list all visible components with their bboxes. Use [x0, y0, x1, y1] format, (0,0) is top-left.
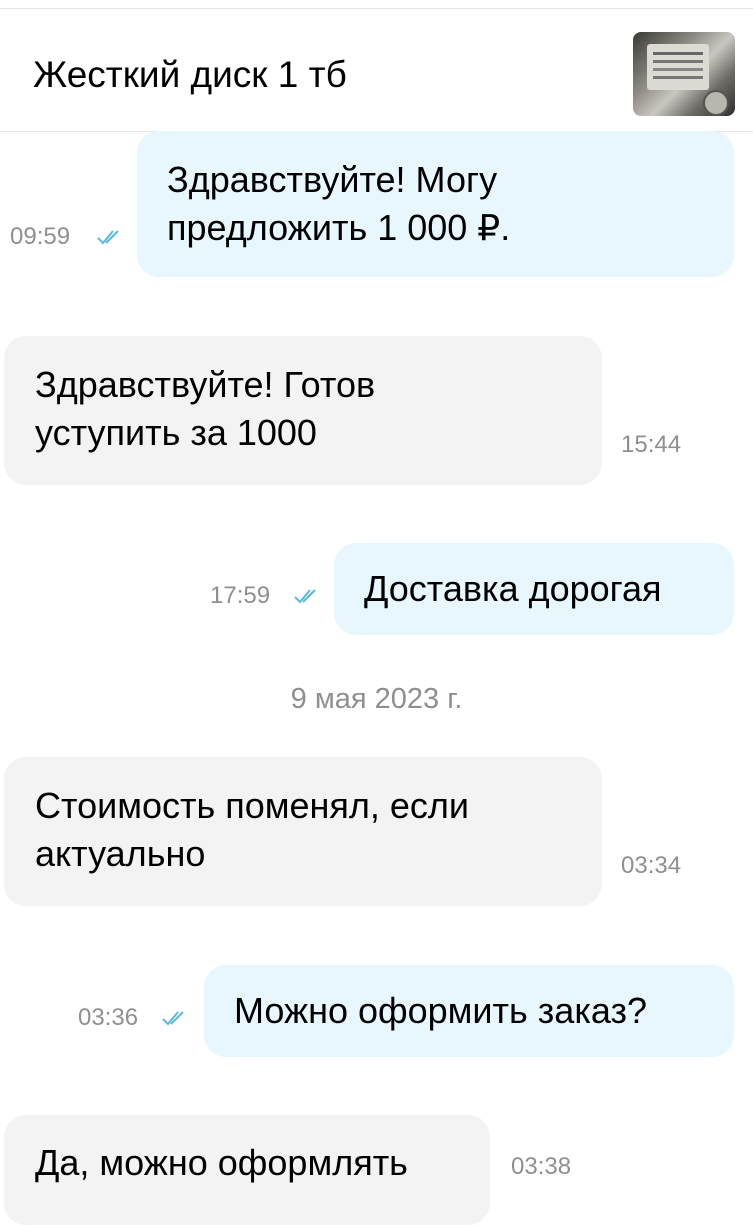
message-text: Можно оформить заказ?: [234, 990, 647, 1031]
message-bubble-outgoing[interactable]: Доставка дорогая: [334, 543, 734, 635]
message-text: Здравствуйте! Могу предложить 1 000 ₽.: [167, 159, 511, 248]
message-time: 03:38: [511, 1153, 572, 1180]
message-time: 15:44: [621, 431, 682, 458]
read-checkmarks-icon: [294, 589, 316, 604]
message-text: Здравствуйте! Готов уступить за 1000: [35, 364, 376, 453]
message-bubble-outgoing[interactable]: Можно оформить заказ?: [204, 965, 734, 1057]
message-bubble-incoming[interactable]: Стоимость поменял, если актуально: [4, 757, 602, 906]
listing-thumbnail[interactable]: [633, 32, 735, 116]
date-separator: 9 мая 2023 г.: [290, 683, 463, 715]
chat-header: Жесткий диск 1 тб: [0, 9, 753, 132]
message-time: 03:34: [621, 852, 682, 879]
message-time: 17:59: [210, 582, 271, 609]
message-time: 03:36: [78, 1004, 139, 1031]
message-text: Стоимость поменял, если актуально: [35, 785, 470, 874]
message-bubble-outgoing[interactable]: Здравствуйте! Могу предложить 1 000 ₽.: [137, 131, 734, 277]
read-checkmarks-icon: [162, 1011, 184, 1026]
top-bar-edge: [0, 0, 753, 9]
hard-drive-photo-icon: [647, 44, 709, 90]
hard-drive-hub: [703, 90, 729, 116]
message-time: 09:59: [10, 223, 71, 250]
read-checkmarks-icon: [97, 230, 119, 245]
message-bubble-incoming[interactable]: Здравствуйте! Готов уступить за 1000: [4, 336, 602, 485]
message-text: Доставка дорогая: [364, 568, 662, 609]
message-text: Да, можно оформлять: [35, 1142, 408, 1183]
message-bubble-incoming[interactable]: Да, можно оформлять: [4, 1115, 490, 1225]
listing-title[interactable]: Жесткий диск 1 тб: [33, 53, 347, 97]
